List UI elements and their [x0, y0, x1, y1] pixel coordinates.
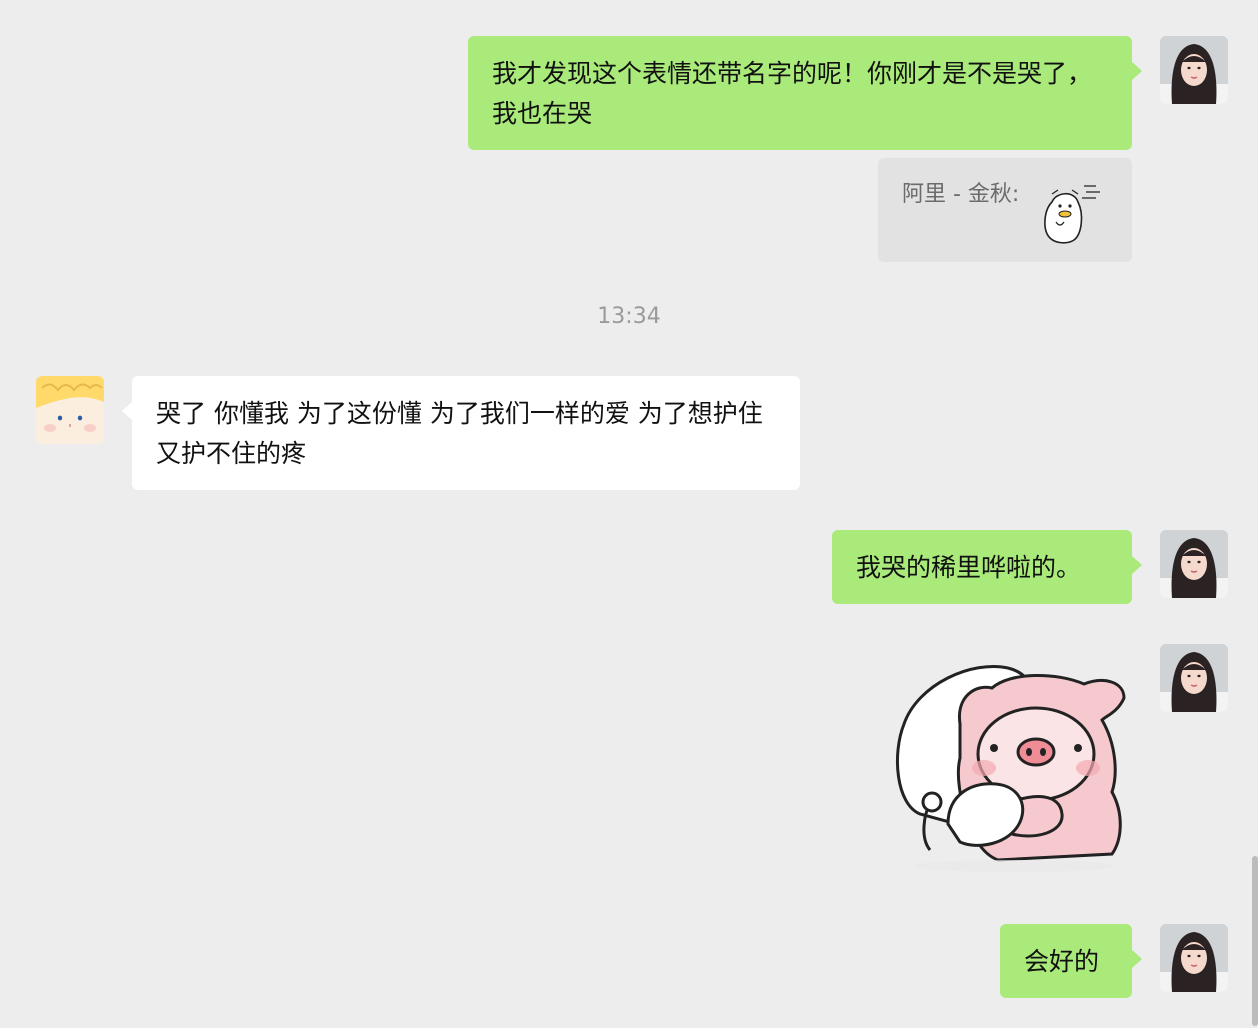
- quoted-message[interactable]: 阿里 - 金秋:: [878, 158, 1132, 262]
- other-avatar[interactable]: [36, 376, 104, 444]
- my-avatar[interactable]: [1160, 530, 1228, 598]
- quote-label: 阿里 - 金秋:: [902, 182, 1020, 207]
- pig-hug-sticker-icon[interactable]: [886, 654, 1136, 878]
- message-text: 哭了 你懂我 为了这份懂 为了我们一样的爱 为了想护住又护不住的疼: [156, 399, 763, 468]
- timestamp: 13:34: [597, 304, 661, 329]
- scrollbar[interactable]: [1252, 856, 1258, 1026]
- message-text: 会好的: [1024, 947, 1100, 976]
- girl-avatar-icon: [1160, 36, 1228, 104]
- message-bubble-me[interactable]: 会好的: [1000, 924, 1142, 998]
- cartoon-avatar-icon: [36, 376, 104, 444]
- message-text: 我才发现这个表情还带名字的呢！你刚才是不是哭了，我也在哭: [492, 59, 1093, 128]
- my-avatar[interactable]: [1160, 36, 1228, 104]
- girl-avatar-icon: [1160, 924, 1228, 992]
- message-bubble-me[interactable]: 我哭的稀里哗啦的。: [832, 530, 1142, 604]
- my-avatar[interactable]: [1160, 644, 1228, 712]
- girl-avatar-icon: [1160, 530, 1228, 598]
- message-text: 我哭的稀里哗啦的。: [856, 553, 1082, 582]
- girl-avatar-icon: [1160, 644, 1228, 712]
- message-bubble-other[interactable]: 哭了 你懂我 为了这份懂 为了我们一样的爱 为了想护住又护不住的疼: [122, 376, 800, 490]
- message-bubble-me[interactable]: 我才发现这个表情还带名字的呢！你刚才是不是哭了，我也在哭: [468, 36, 1142, 150]
- my-avatar[interactable]: [1160, 924, 1228, 992]
- duck-sticker-icon: [1038, 180, 1106, 252]
